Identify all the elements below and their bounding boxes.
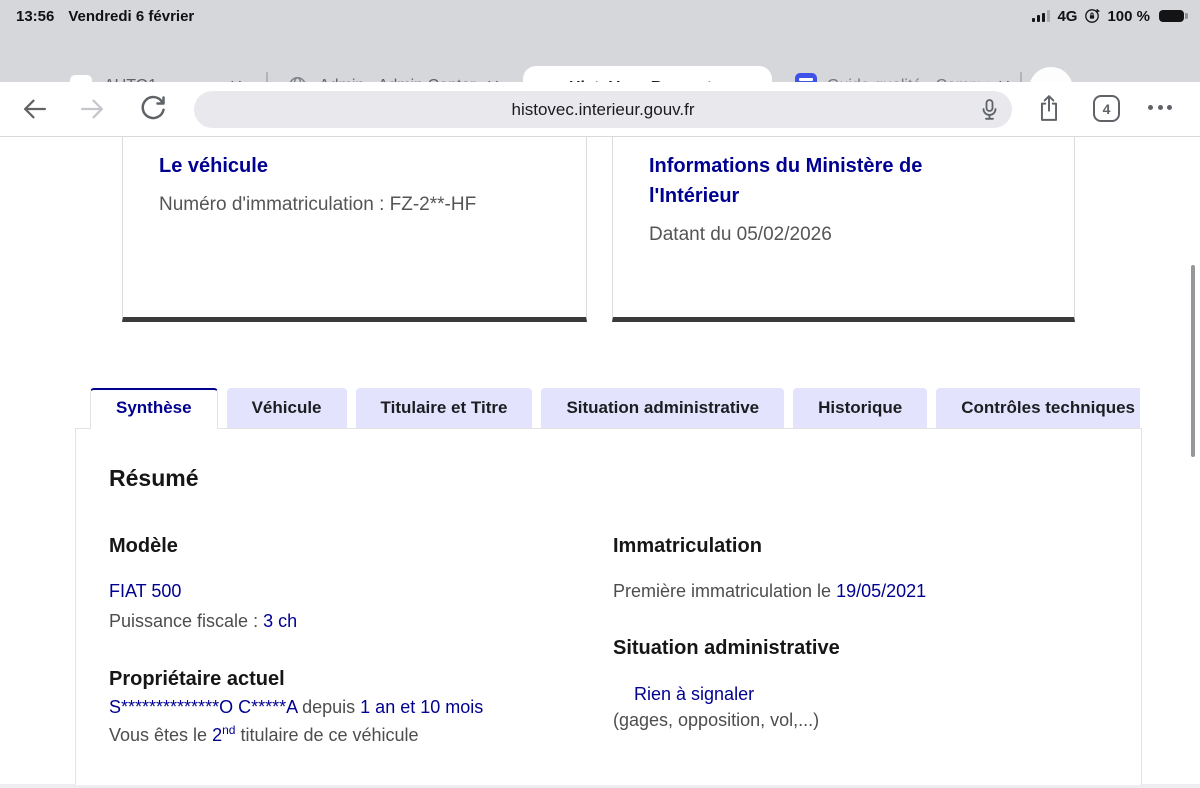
tab-count: 4 — [1102, 100, 1111, 117]
registration-line: Première immatriculation le 19/05/2021 — [613, 581, 926, 602]
holder-line: Vous êtes le 2nd titulaire de ce véhicul… — [109, 723, 419, 746]
ministry-info-card: Informations du Ministère de l'Intérieur… — [612, 137, 1075, 322]
browser-tab-strip: AUTO1 ✕ Admin - Admin Center ✕ HistoVec … — [0, 30, 1200, 112]
fiscal-power-value: 3 ch — [263, 611, 298, 631]
url-text: histovec.interieur.gouv.fr — [511, 99, 695, 119]
browser-nav-bar: histovec.interieur.gouv.fr 4 — [0, 82, 1200, 137]
tab-historique[interactable]: Historique — [793, 388, 928, 428]
model-value: FIAT 500 — [109, 581, 182, 601]
holder-number: 2 — [212, 725, 223, 745]
card-body: Numéro d'immatriculation : FZ-2**-HF — [159, 194, 477, 215]
owner-depuis: depuis — [297, 697, 361, 717]
status-time: 13:56 — [16, 7, 55, 25]
forward-button[interactable] — [78, 96, 107, 127]
more-options-icon[interactable] — [1148, 105, 1172, 110]
owner-duration: 1 an et 10 mois — [360, 697, 484, 717]
card-body: Datant du 05/02/2026 — [649, 224, 832, 245]
holder-ordinal: nd — [222, 723, 236, 737]
share-icon[interactable] — [1036, 93, 1062, 129]
ipad-screen: 13:56 Vendredi 6 février 4G 100 % histov… — [0, 0, 1200, 788]
model-heading: Modèle — [109, 535, 178, 557]
url-bar[interactable]: histovec.interieur.gouv.fr — [194, 91, 1012, 128]
page-scroll-thumb[interactable] — [1191, 265, 1195, 457]
tab-overview-button[interactable]: 4 — [1093, 95, 1120, 122]
battery-percent: 100 % — [1107, 7, 1150, 25]
network-type: 4G — [1057, 7, 1078, 25]
registration-label: Première immatriculation le — [613, 581, 837, 601]
fiscal-power-line: Puissance fiscale : 3 ch — [109, 611, 297, 632]
card-title: Informations du Ministère de l'Intérieur — [649, 155, 923, 207]
registration-heading: Immatriculation — [613, 535, 762, 557]
summary-heading: Résumé — [109, 465, 199, 491]
back-button[interactable] — [20, 96, 49, 127]
owner-masked-name: S**************O C*****A — [109, 697, 298, 717]
tab-situation-administrative[interactable]: Situation administrative — [541, 388, 785, 428]
tab-titulaire-et-titre[interactable]: Titulaire et Titre — [355, 388, 533, 428]
report-tabs: Synthèse Véhicule Titulaire et Titre Sit… — [90, 388, 1140, 429]
card-title: Le véhicule — [159, 155, 268, 177]
tab-controles-techniques[interactable]: Contrôles techniques — [936, 388, 1140, 428]
owner-heading: Propriétaire actuel — [109, 668, 285, 690]
rotation-lock-icon — [1084, 8, 1101, 24]
holder-suffix: titulaire de ce véhicule — [235, 725, 419, 745]
registration-date: 19/05/2021 — [836, 581, 927, 601]
situation-status: Rien à signaler — [634, 684, 755, 704]
tab-vehicule[interactable]: Véhicule — [226, 388, 347, 428]
owner-line: S**************O C*****A depuis 1 an et … — [109, 697, 483, 718]
vehicle-card: Le véhicule Numéro d'immatriculation : F… — [122, 137, 587, 322]
microphone-icon[interactable] — [979, 98, 1000, 127]
status-bar: 13:56 Vendredi 6 février 4G 100 % — [0, 0, 1200, 30]
fiscal-power-label: Puissance fiscale : — [109, 611, 264, 631]
battery-icon — [1159, 9, 1188, 23]
synthese-panel: Résumé Modèle FIAT 500 Puissance fiscale… — [75, 428, 1142, 785]
status-date: Vendredi 6 février — [68, 7, 195, 25]
situation-heading: Situation administrative — [613, 637, 840, 659]
tab-synthese[interactable]: Synthèse — [90, 388, 218, 429]
signal-strength-icon — [1031, 10, 1051, 22]
reload-button[interactable] — [138, 94, 168, 129]
holder-prefix: Vous êtes le — [109, 725, 213, 745]
situation-note: (gages, opposition, vol,...) — [613, 710, 820, 730]
